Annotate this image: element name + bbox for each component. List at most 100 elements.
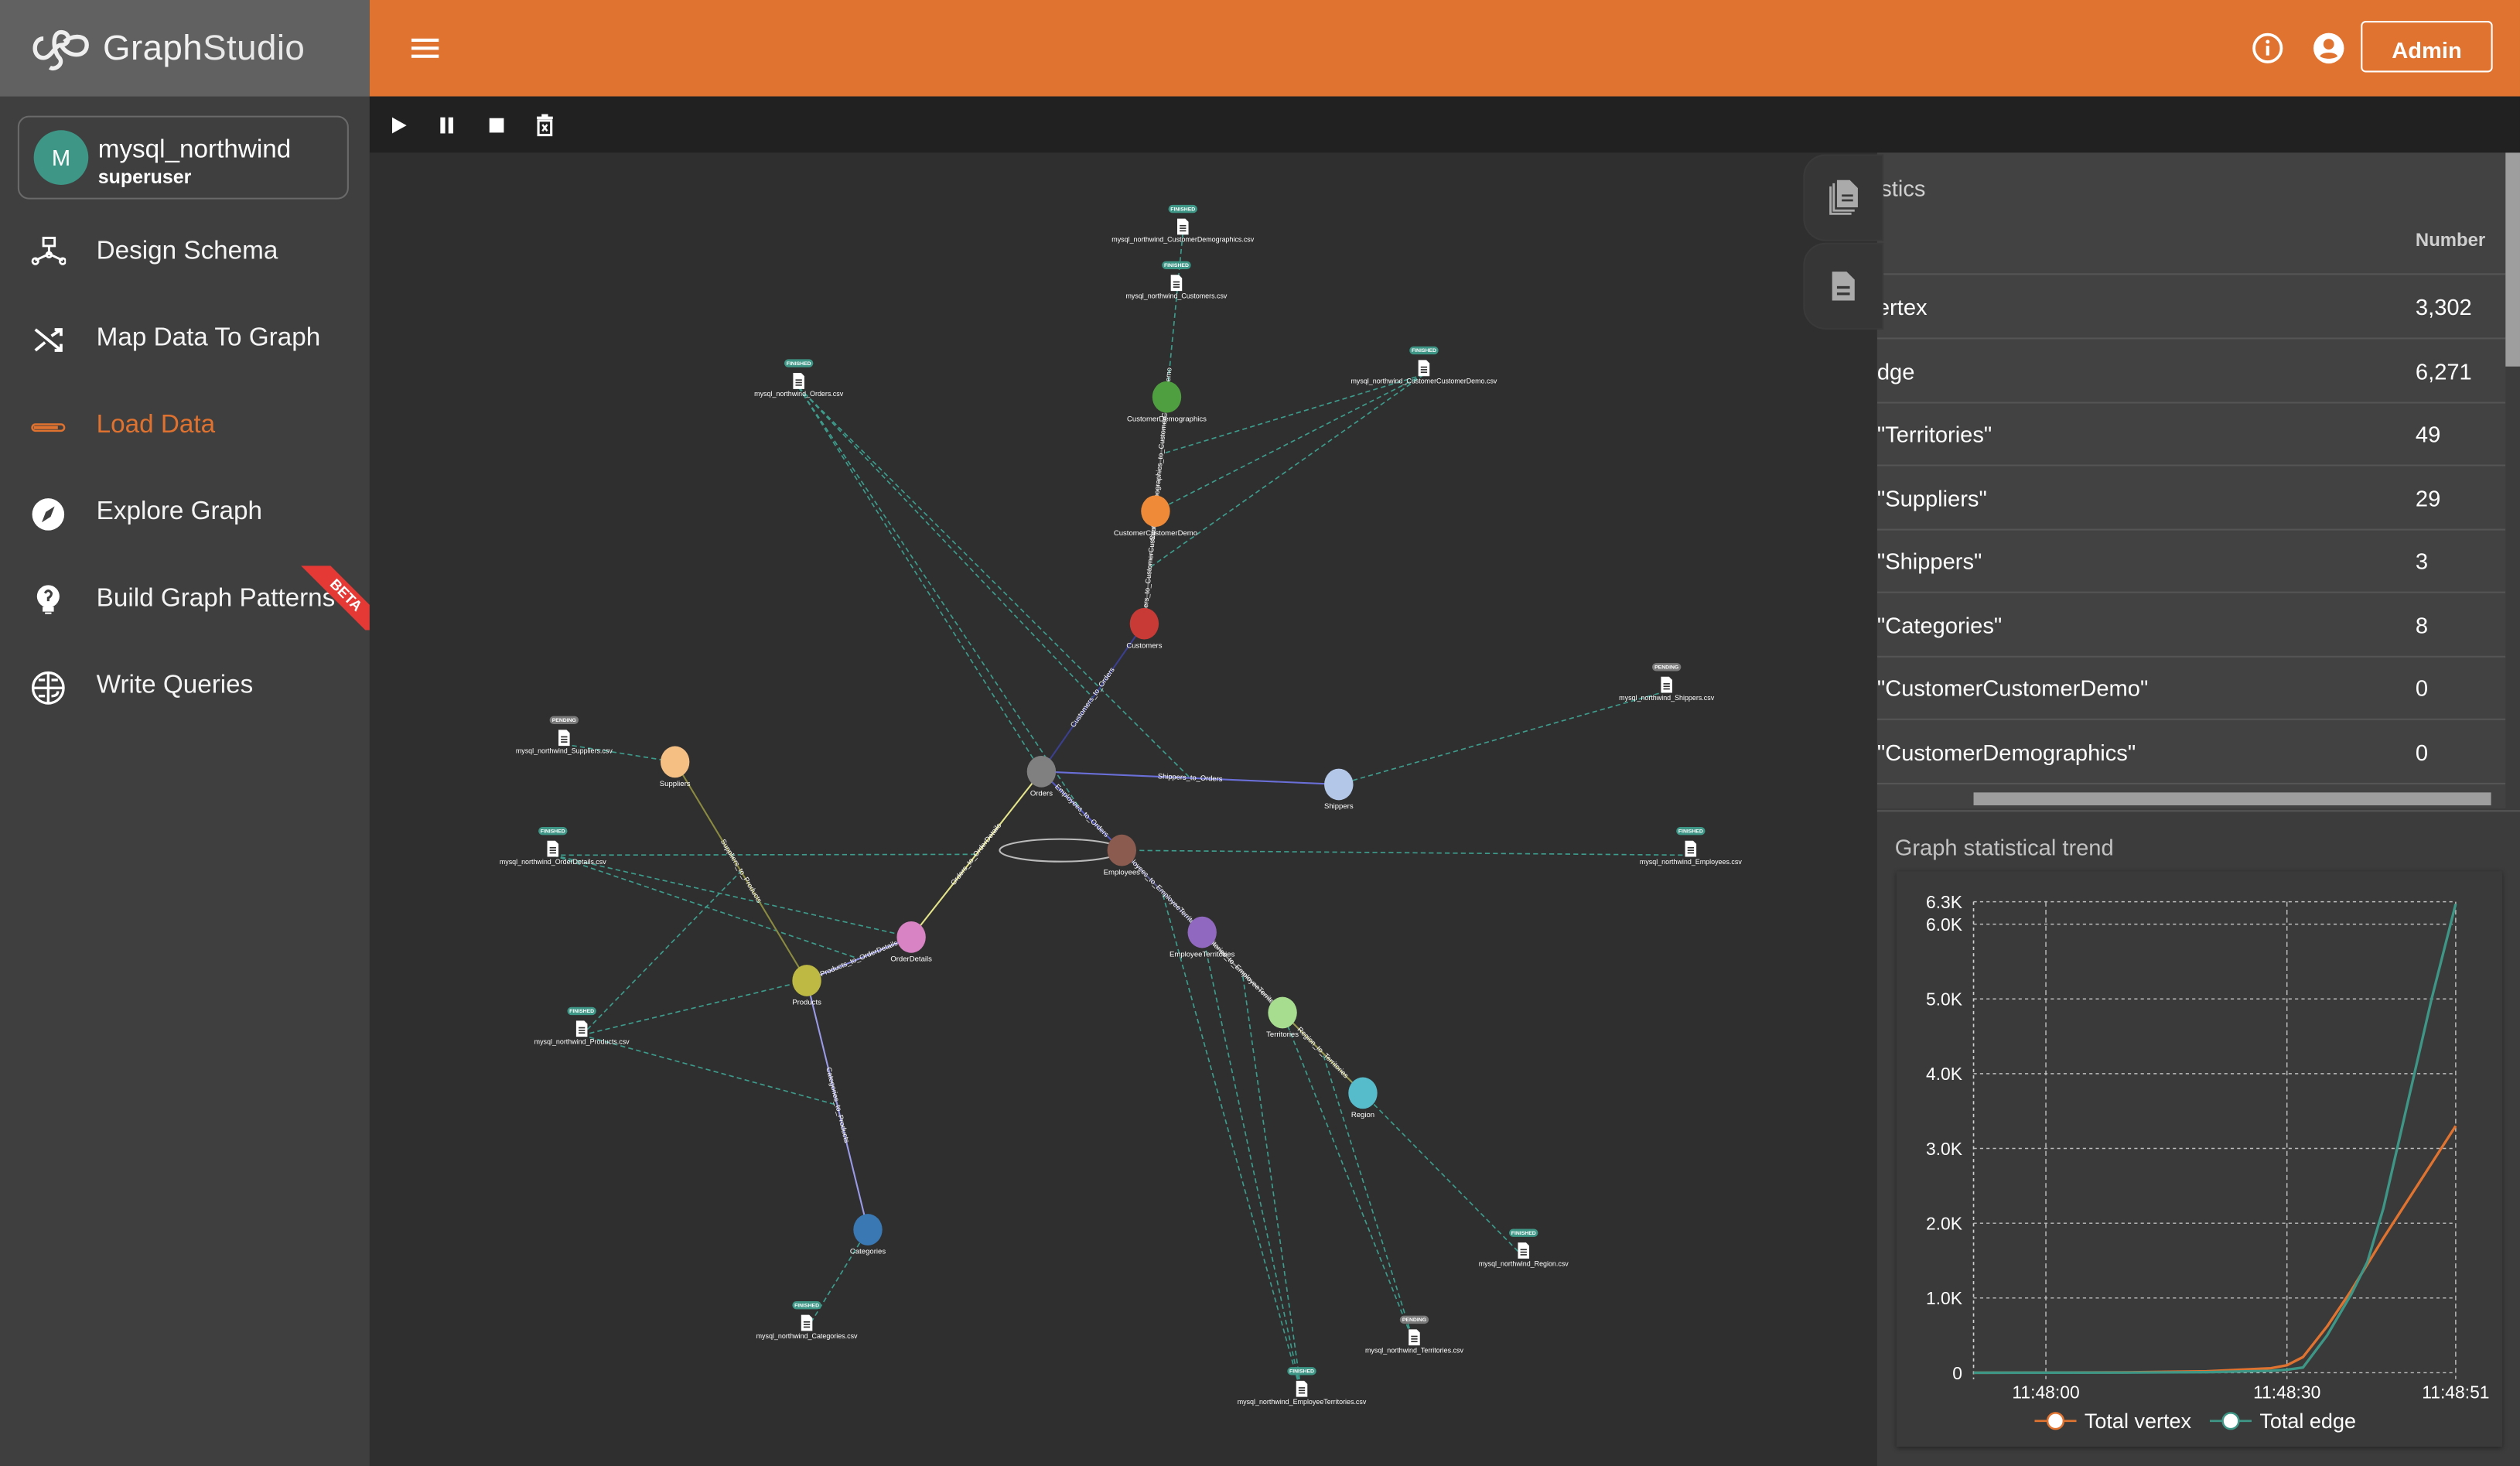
vertex-Region[interactable]: Region bbox=[1348, 1077, 1378, 1120]
tab-file-statistics[interactable] bbox=[1803, 154, 1884, 241]
row-type: "CustomerCustomerDemo" bbox=[1876, 675, 2149, 701]
vertex-circle[interactable] bbox=[1026, 755, 1057, 788]
edge-label: Region_to_Territories bbox=[1296, 1026, 1350, 1080]
data-file[interactable]: FINISHED mysql_northwind_Products.csv bbox=[534, 1006, 630, 1046]
vertex-EmployeeTerritories[interactable]: EmployeeTerritories bbox=[1170, 916, 1235, 959]
vertex-CustomerDemographics[interactable]: CustomerDemographics bbox=[1127, 381, 1207, 424]
horizontal-scrollbar[interactable] bbox=[1973, 792, 2491, 805]
schema-graph[interactable]: CustomerDemographics_to_CustomerCustomer… bbox=[370, 152, 1877, 1466]
sidebar-item-load-data[interactable]: Load Data bbox=[0, 392, 370, 463]
row-number: 0 bbox=[2415, 738, 2429, 764]
data-file[interactable]: FINISHED mysql_northwind_Orders.csv bbox=[754, 359, 844, 398]
mapping-line[interactable] bbox=[581, 979, 808, 1036]
pause-icon[interactable] bbox=[437, 116, 456, 135]
mapping-line[interactable] bbox=[797, 387, 1083, 812]
vertex-circle[interactable] bbox=[1141, 495, 1170, 528]
mapping-line[interactable] bbox=[797, 387, 1043, 772]
vertex-circle[interactable] bbox=[1107, 834, 1137, 866]
play-icon[interactable] bbox=[389, 116, 408, 135]
row-number: 49 bbox=[2415, 421, 2441, 447]
progress-bar-icon bbox=[31, 423, 66, 432]
admin-button[interactable]: Admin bbox=[2361, 21, 2493, 73]
vertex-circle[interactable] bbox=[1268, 996, 1297, 1029]
vertex-Shippers[interactable]: Shippers bbox=[1324, 768, 1354, 812]
vertical-scrollbar[interactable] bbox=[2505, 152, 2520, 367]
file-icon-line bbox=[1298, 1392, 1306, 1394]
account-circle-icon[interactable] bbox=[2313, 32, 2345, 65]
mapping-line[interactable] bbox=[1155, 374, 1425, 512]
vertex-Territories[interactable]: Territories bbox=[1266, 996, 1299, 1040]
delete-icon[interactable] bbox=[535, 114, 555, 137]
vertex-circle[interactable] bbox=[1187, 916, 1217, 948]
logo-text-bold: Graph bbox=[102, 27, 203, 68]
mapping-line[interactable] bbox=[552, 854, 912, 938]
file-icon bbox=[1661, 676, 1672, 693]
tab-description[interactable] bbox=[1803, 242, 1884, 330]
y-tick-label: 1.0K bbox=[1926, 1288, 1962, 1308]
vertex-Orders[interactable]: Orders bbox=[1026, 755, 1057, 798]
sidebar-item-label: Map Data To Graph bbox=[96, 324, 321, 353]
mapping-line[interactable] bbox=[1149, 374, 1425, 569]
vertex-circle[interactable] bbox=[853, 1214, 883, 1246]
file-icon-line bbox=[1663, 688, 1670, 690]
data-file[interactable]: PENDING mysql_northwind_Shippers.csv bbox=[1619, 663, 1715, 702]
data-file[interactable]: FINISHED mysql_northwind_Region.csv bbox=[1479, 1229, 1569, 1267]
data-file[interactable]: PENDING mysql_northwind_Territories.csv bbox=[1365, 1315, 1463, 1355]
data-file[interactable]: PENDING mysql_northwind_Suppliers.csv bbox=[516, 716, 613, 755]
info-icon[interactable] bbox=[2252, 32, 2284, 65]
data-file[interactable]: FINISHED mysql_northwind_OrderDetails.csv bbox=[500, 827, 606, 866]
legend-marker[interactable] bbox=[2046, 1412, 2065, 1430]
mapping-line[interactable] bbox=[552, 853, 977, 856]
status-badge-text: FINISHED bbox=[541, 829, 565, 835]
mapping-line[interactable] bbox=[1338, 690, 1667, 785]
stop-icon[interactable] bbox=[487, 116, 507, 135]
y-tick-label: 6.0K bbox=[1926, 914, 1962, 935]
vertex-circle[interactable] bbox=[1348, 1077, 1378, 1109]
vertex-circle[interactable] bbox=[1324, 768, 1354, 801]
data-file[interactable]: FINISHED mysql_northwind_Employees.csv bbox=[1640, 827, 1742, 866]
graph-canvas[interactable]: CustomerDemographics_to_CustomerCustomer… bbox=[369, 152, 1877, 1466]
logo[interactable]: GraphStudio bbox=[0, 0, 370, 97]
data-file[interactable]: FINISHED mysql_northwind_CustomerCustomer… bbox=[1350, 346, 1497, 385]
data-file[interactable]: FINISHED mysql_northwind_Customers.csv bbox=[1125, 261, 1228, 300]
data-file[interactable]: FINISHED mysql_northwind_EmployeeTerritor… bbox=[1238, 1367, 1367, 1406]
mapping-line[interactable] bbox=[1122, 849, 1691, 856]
vertex-Employees[interactable]: Employees bbox=[1104, 834, 1140, 877]
table-header: Number bbox=[1876, 212, 2506, 275]
vertex-Categories[interactable]: Categories bbox=[850, 1214, 886, 1256]
schema-icon bbox=[31, 237, 67, 265]
file-icon-line bbox=[1180, 227, 1187, 229]
mapping-line[interactable] bbox=[798, 387, 1094, 699]
data-file[interactable]: FINISHED mysql_northwind_CustomerDemograp… bbox=[1111, 204, 1255, 244]
vertex-circle[interactable] bbox=[896, 921, 926, 953]
mapping-line[interactable] bbox=[1282, 1012, 1415, 1345]
vertex-circle[interactable] bbox=[660, 746, 690, 778]
mapping-line[interactable] bbox=[806, 1229, 869, 1330]
row-type: dge bbox=[1876, 357, 1915, 384]
file-icon bbox=[547, 840, 559, 857]
vertex-Customers[interactable]: Customers bbox=[1126, 607, 1163, 651]
vertex-circle[interactable] bbox=[792, 965, 821, 996]
self-loop-edge[interactable] bbox=[999, 838, 1123, 863]
vertex-Suppliers[interactable]: Suppliers bbox=[660, 746, 691, 789]
file-icon-line bbox=[1173, 283, 1180, 285]
hamburger-icon[interactable] bbox=[410, 34, 440, 63]
sidebar-item-map-data-to-graph[interactable]: Map Data To Graph bbox=[0, 306, 370, 376]
mapping-line[interactable] bbox=[581, 870, 742, 1036]
legend-marker[interactable] bbox=[2221, 1412, 2240, 1430]
vertex-CustomerCustomerDemo[interactable]: CustomerCustomerDemo bbox=[1114, 495, 1197, 538]
graph-selector-card[interactable]: M mysql_northwind superuser bbox=[17, 115, 349, 200]
vertex-circle[interactable] bbox=[1152, 381, 1182, 413]
vertex-circle[interactable] bbox=[1129, 607, 1159, 640]
vertex-label: Orders bbox=[1030, 790, 1053, 798]
mapping-line[interactable] bbox=[581, 1034, 838, 1106]
sidebar-item-design-schema[interactable]: Design Schema bbox=[0, 219, 370, 289]
mapping-line[interactable] bbox=[1362, 1092, 1525, 1258]
status-badge-text: FINISHED bbox=[569, 1009, 594, 1014]
mapping-line[interactable] bbox=[798, 387, 1191, 779]
vertex-Products[interactable]: Products bbox=[792, 965, 821, 1007]
vertex-label: OrderDetails bbox=[890, 955, 932, 964]
sidebar-item-explore-graph[interactable]: Explore Graph bbox=[0, 479, 370, 549]
sidebar-item-write-queries[interactable]: Write Queries bbox=[0, 653, 370, 723]
data-file[interactable]: FINISHED mysql_northwind_Categories.csv bbox=[756, 1300, 858, 1340]
